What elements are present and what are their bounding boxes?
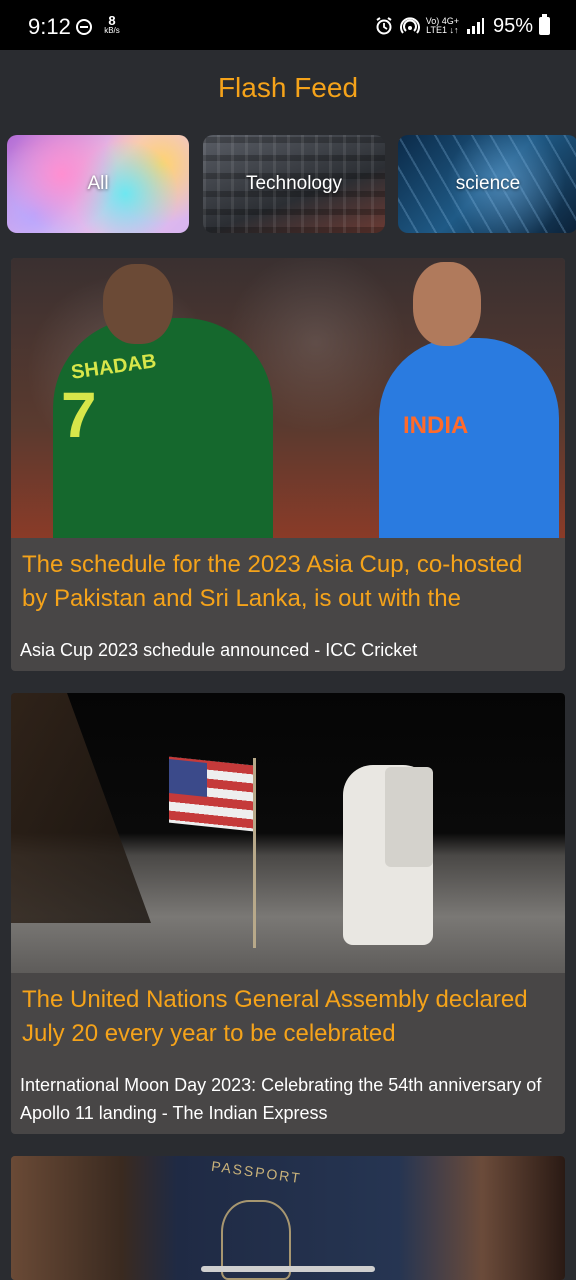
player-left-head — [103, 264, 173, 344]
article-headline: The United Nations General Assembly decl… — [22, 986, 528, 1047]
category-label: science — [455, 173, 521, 194]
signal-icon — [466, 18, 484, 34]
article-image: SHADAB 7 INDIA — [11, 258, 565, 538]
category-technology[interactable]: Technology — [203, 135, 385, 233]
jersey-number-text: 7 — [61, 379, 97, 451]
network-speed: 8 kB/s — [100, 13, 124, 36]
network-type: Vo) 4G+ LTE1 ↓↑ — [426, 17, 459, 35]
player-right-head — [413, 262, 481, 346]
article-source: Asia Cup 2023 schedule announced - ICC C… — [20, 640, 418, 660]
passport-cover-text: PASSPORT — [210, 1157, 303, 1187]
lunar-lander — [11, 693, 151, 923]
status-icons: Vo) 4G+ LTE1 ↓↑ 95% — [374, 14, 550, 38]
news-card[interactable]: PASSPORT — [11, 1156, 565, 1280]
news-card[interactable]: SHADAB 7 INDIA The schedule for the 2023… — [11, 258, 565, 671]
network-speed-value: 8 — [108, 13, 116, 28]
news-card[interactable]: The United Nations General Assembly decl… — [11, 693, 565, 1134]
category-label: Technology — [245, 173, 343, 194]
battery-percent: 95% — [492, 14, 533, 37]
network-type-bottom: LTE1 ↓↑ — [426, 25, 459, 35]
astronaut-backpack — [385, 767, 433, 867]
battery-icon — [539, 14, 550, 35]
do-not-disturb-icon — [76, 19, 92, 35]
category-science[interactable]: science — [398, 135, 576, 233]
gesture-nav-bar[interactable] — [201, 1266, 375, 1272]
alarm-icon — [376, 17, 392, 35]
article-headline: The schedule for the 2023 Asia Cup, co-h… — [22, 551, 523, 612]
status-bar: 9:12 8 kB/s Vo) 4G+ LTE1 ↓↑ 95% — [0, 0, 576, 50]
flag-pole — [253, 758, 256, 948]
status-time: 9:12 — [28, 14, 71, 39]
category-all[interactable]: All — [7, 135, 189, 233]
article-image: PASSPORT — [11, 1156, 565, 1280]
app-title: Flash Feed — [217, 72, 359, 103]
category-label: All — [87, 173, 109, 194]
hotspot-icon — [399, 17, 420, 34]
flag-canton — [169, 759, 207, 797]
article-source: International Moon Day 2023: Celebrating… — [20, 1075, 542, 1123]
network-speed-unit: kB/s — [104, 26, 120, 35]
jersey-country-text: INDIA — [403, 412, 469, 439]
article-image — [11, 693, 565, 973]
